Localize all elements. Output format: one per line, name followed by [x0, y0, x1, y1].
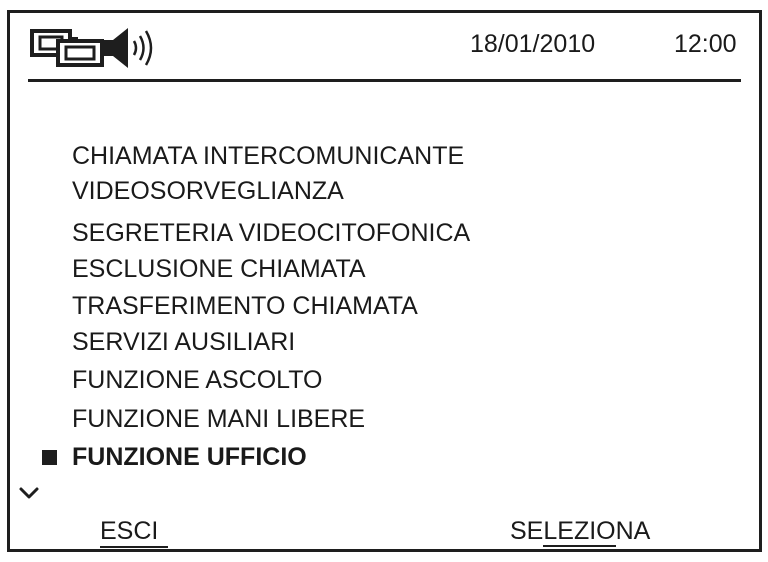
menu-item-servizi-ausiliari[interactable]: SERVIZI AUSILIARI — [72, 327, 295, 357]
menu-item-videosorveglianza[interactable]: VIDEOSORVEGLIANZA — [72, 176, 344, 206]
menu-item-funzione-ufficio[interactable]: FUNZIONE UFFICIO — [72, 442, 307, 472]
menu-item-funzione-mani-libere[interactable]: FUNZIONE MANI LIBERE — [72, 404, 365, 434]
select-softkey-label-end: NA — [615, 517, 651, 545]
menu-item-segreteria-videocitofonica[interactable]: SEGRETERIA VIDEOCITOFONICA — [72, 218, 470, 248]
selection-marker — [42, 450, 57, 465]
display-screen: 18/01/2010 12:00 CHIAMATA INTERCOMUNICAN… — [7, 10, 762, 552]
select-softkey[interactable]: SELEZIONA — [510, 516, 651, 547]
menu-item-esclusione-chiamata[interactable]: ESCLUSIONE CHIAMATA — [72, 254, 366, 284]
main-menu: CHIAMATA INTERCOMUNICANTE VIDEOSORVEGLIA… — [10, 13, 759, 549]
menu-item-chiamata-intercomunicante[interactable]: CHIAMATA INTERCOMUNICANTE — [72, 141, 464, 171]
menu-item-trasferimento-chiamata[interactable]: TRASFERIMENTO CHIAMATA — [72, 291, 418, 321]
select-softkey-label-start: SE — [510, 517, 544, 545]
chevron-down-icon[interactable] — [18, 485, 40, 501]
exit-softkey[interactable]: ESCI — [100, 516, 169, 548]
menu-item-funzione-ascolto[interactable]: FUNZIONE ASCOLTO — [72, 365, 323, 395]
select-softkey-label-underlined: LEZIO — [543, 517, 616, 547]
